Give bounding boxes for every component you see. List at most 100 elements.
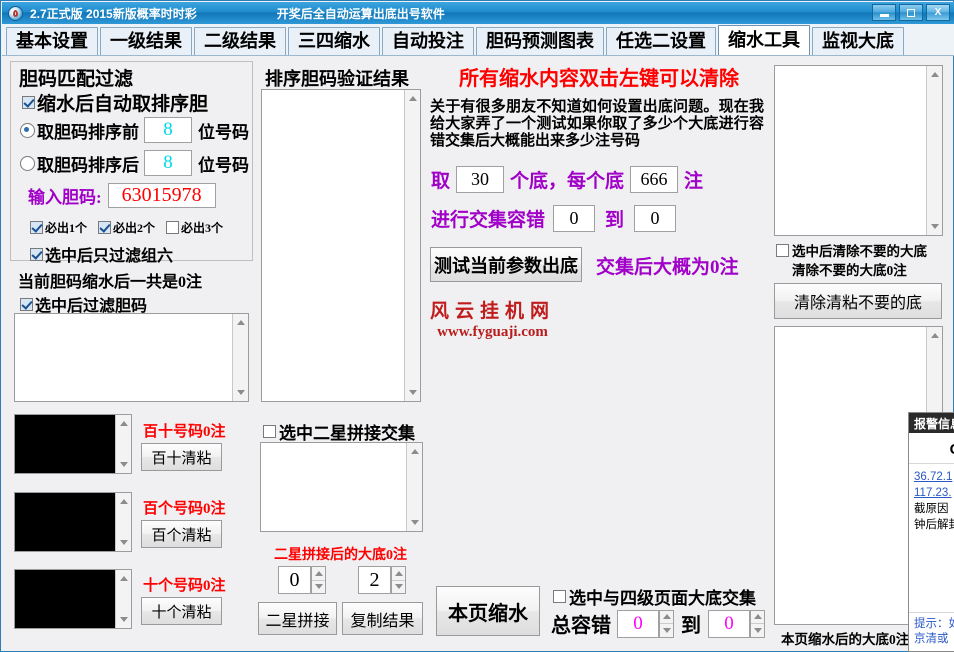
must-out-3-checkbox[interactable]: [166, 221, 180, 234]
erxing-spin-right-row[interactable]: 2: [358, 566, 406, 594]
shige-listbox[interactable]: [14, 569, 132, 629]
erxing-spin-left-buttons[interactable]: [311, 566, 326, 594]
auto-sort-checkbox[interactable]: [22, 96, 35, 109]
tab-auto-bet[interactable]: 自动投注: [382, 27, 474, 55]
level4-intersect-checkbox[interactable]: [553, 590, 566, 603]
scroll-up-icon[interactable]: [116, 571, 131, 586]
zhu-per-di-input[interactable]: 666: [630, 166, 679, 193]
baige-scrollbar[interactable]: [115, 493, 131, 551]
total-rongcuo-to-input[interactable]: 0: [708, 609, 750, 638]
take-after-radio[interactable]: [20, 155, 35, 171]
spin-up-icon[interactable]: [660, 611, 673, 624]
spin-up-icon[interactable]: [392, 567, 405, 580]
rongcuo-from-input[interactable]: 0: [553, 205, 596, 232]
scroll-down-icon[interactable]: [233, 385, 248, 400]
input-dan-field[interactable]: 63015978: [107, 183, 216, 208]
take-after-row[interactable]: 取胆码排序后 8 位号码: [20, 150, 249, 176]
minimize-button[interactable]: [872, 4, 896, 21]
spin-up-icon[interactable]: [751, 611, 764, 624]
take-after-input[interactable]: 8: [144, 150, 192, 176]
total-rongcuo-to-spin[interactable]: [750, 609, 765, 638]
alert-popup[interactable]: 报警信息 CC攻 36.72.1 117.23. 截原因 钟后解封 提示：如 京…: [908, 412, 954, 652]
alert-ip-link-1[interactable]: 36.72.1: [914, 469, 954, 485]
scroll-up-icon[interactable]: [233, 315, 248, 330]
page-shrink-button[interactable]: 本页缩水: [436, 586, 540, 636]
total-rongcuo-from-input[interactable]: 0: [617, 609, 659, 638]
level4-intersect-row[interactable]: 选中与四级页面大底交集: [553, 584, 756, 609]
clear-unwanted-row[interactable]: 选中后清除不要的大底: [776, 240, 927, 260]
close-button[interactable]: X: [926, 4, 950, 21]
auto-sort-checkbox-row[interactable]: 缩水后自动取排序胆: [22, 89, 208, 116]
spin-down-icon[interactable]: [660, 623, 673, 637]
erxing-spin-left-input[interactable]: 0: [278, 566, 311, 594]
alert-ip-link-2[interactable]: 117.23.: [914, 485, 954, 501]
take-before-row[interactable]: 取胆码排序前 8 位号码: [20, 117, 249, 143]
erxing-intersect-checkbox[interactable]: [263, 425, 276, 438]
scroll-down-icon[interactable]: [927, 219, 942, 234]
scroll-up-icon[interactable]: [927, 328, 942, 343]
scroll-down-icon[interactable]: [407, 515, 422, 530]
right-top-scrollbar[interactable]: [926, 66, 942, 235]
must-out-1-checkbox[interactable]: [30, 221, 43, 234]
erxing-scrollbar[interactable]: [406, 443, 422, 531]
shige-clear-button[interactable]: 十个清粘: [141, 597, 222, 625]
take-before-input[interactable]: 8: [144, 117, 192, 143]
baige-clear-button[interactable]: 百个清粘: [141, 520, 222, 548]
filter-dan-scrollbar[interactable]: [232, 314, 248, 401]
scroll-down-icon[interactable]: [116, 535, 131, 550]
tab-basic-settings[interactable]: 基本设置: [6, 27, 98, 55]
content-area: 胆码匹配过滤 缩水后自动取排序胆 取胆码排序前 8 位号码 取胆码排序后 8 位…: [2, 56, 954, 652]
erxing-spin-right-input[interactable]: 2: [358, 566, 391, 594]
tab-renxuan2-settings[interactable]: 任选二设置: [606, 27, 716, 55]
must-out-row: 必出1个 必出2个 必出3个: [30, 219, 223, 236]
scroll-up-icon[interactable]: [407, 444, 422, 459]
spin-down-icon[interactable]: [312, 579, 325, 594]
only-group6-row[interactable]: 选中后只过滤组六: [30, 242, 173, 266]
tab-level1-results[interactable]: 一级结果: [100, 27, 192, 55]
scroll-down-icon[interactable]: [116, 457, 131, 472]
right-top-listbox[interactable]: [774, 65, 943, 236]
qu-count-input[interactable]: 30: [456, 166, 505, 193]
scroll-down-icon[interactable]: [405, 385, 420, 400]
sort-result-listbox[interactable]: [261, 89, 421, 402]
spin-down-icon[interactable]: [392, 579, 405, 594]
clear-unwanted-button[interactable]: 清除清粘不要的底: [774, 283, 942, 319]
filter-dan-listbox[interactable]: [14, 313, 249, 402]
maximize-button[interactable]: [899, 4, 923, 21]
rongcuo-to-input[interactable]: 0: [634, 205, 677, 232]
test-params-button[interactable]: 测试当前参数出底: [430, 247, 582, 282]
tab-level2-results[interactable]: 二级结果: [194, 27, 286, 55]
baige-listbox[interactable]: [14, 492, 132, 552]
scroll-up-icon[interactable]: [116, 494, 131, 509]
tab-monitor-dadi[interactable]: 监视大底: [812, 27, 904, 55]
baishi-listbox[interactable]: [14, 414, 132, 474]
baishi-scrollbar[interactable]: [115, 415, 131, 473]
input-dan-row[interactable]: 输入胆码: 63015978: [28, 183, 216, 208]
baishi-clear-button[interactable]: 百十清粘: [141, 443, 222, 471]
sort-result-scrollbar[interactable]: [404, 90, 420, 401]
tab-three-four-shrink[interactable]: 三四缩水: [288, 27, 380, 55]
alert-footer-line-1: 提示：如: [914, 618, 954, 630]
tab-shrink-tool[interactable]: 缩水工具: [718, 25, 810, 55]
tab-dan-forecast-chart[interactable]: 胆码预测图表: [476, 27, 604, 55]
only-group6-checkbox[interactable]: [30, 247, 43, 261]
total-rongcuo-from-spin[interactable]: [659, 609, 674, 638]
copy-result-button[interactable]: 复制结果: [342, 602, 423, 635]
clear-unwanted-checkbox[interactable]: [776, 243, 789, 257]
filter-dan-checkbox[interactable]: [20, 297, 33, 311]
spin-up-icon[interactable]: [312, 567, 325, 580]
spin-down-icon[interactable]: [751, 623, 764, 637]
erxing-spin-left-row[interactable]: 0: [278, 566, 326, 594]
erxing-listbox[interactable]: [260, 442, 423, 532]
title-bar: 2.7正式版 2015新版概率时时彩 开奖后全自动运算出底出号软件 X: [2, 2, 954, 24]
erxing-intersect-row[interactable]: 选中二星拼接交集: [263, 419, 415, 444]
must-out-2-checkbox[interactable]: [98, 221, 112, 234]
scroll-up-icon[interactable]: [927, 67, 942, 82]
shige-scrollbar[interactable]: [115, 570, 131, 628]
erxing-spin-right-buttons[interactable]: [391, 566, 406, 594]
scroll-up-icon[interactable]: [116, 416, 131, 431]
take-before-radio[interactable]: [20, 122, 35, 138]
scroll-down-icon[interactable]: [116, 612, 131, 627]
erxing-join-button[interactable]: 二星拼接: [258, 602, 337, 635]
scroll-up-icon[interactable]: [405, 91, 420, 106]
